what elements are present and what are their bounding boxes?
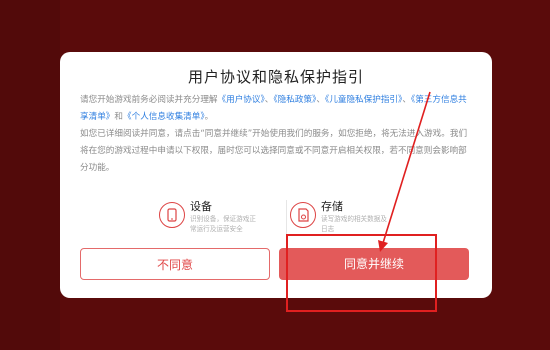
annotation-arrow [378,91,431,252]
